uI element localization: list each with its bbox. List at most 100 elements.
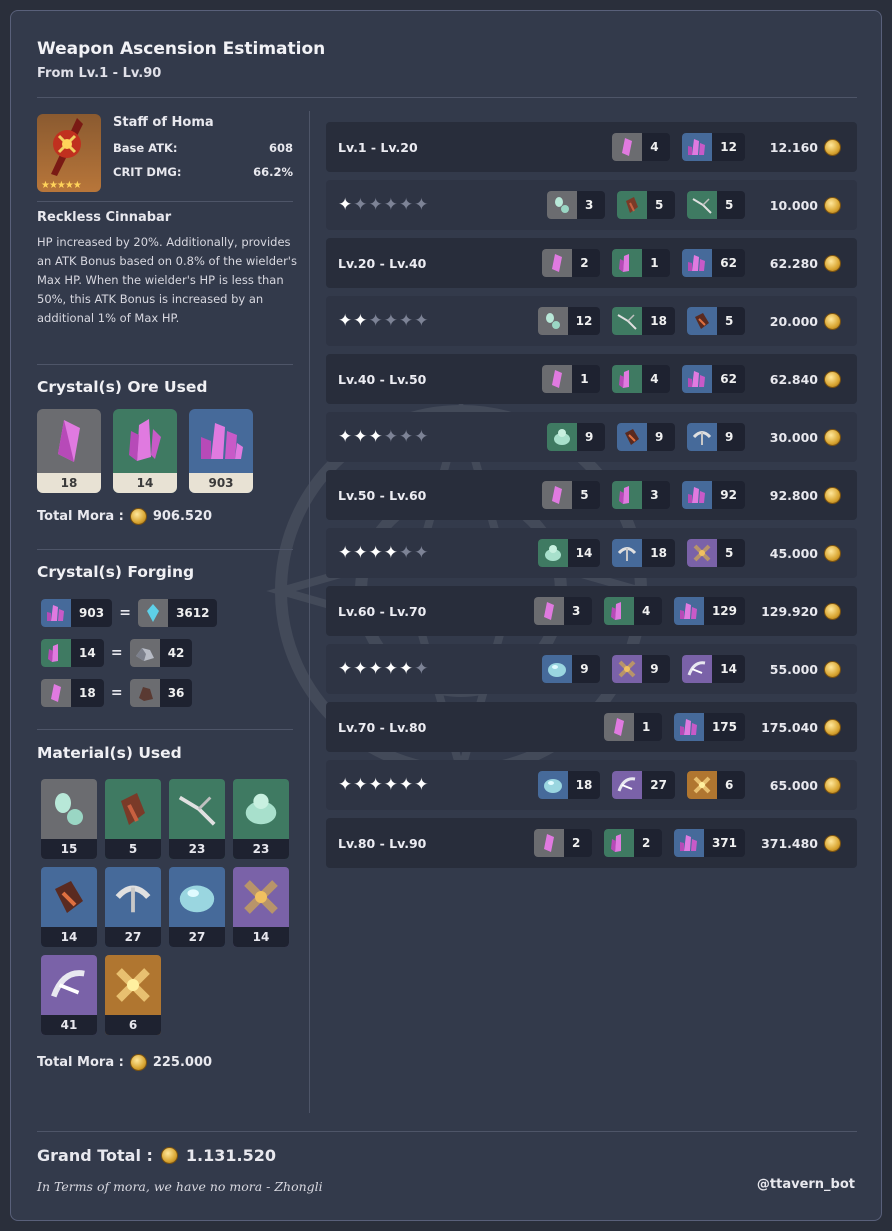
material-chip: 18 (612, 539, 675, 567)
mora-coin-icon (824, 776, 841, 794)
material-chip: 3 (533, 597, 592, 625)
forge-output-count: 3612 (176, 606, 210, 620)
material-chip: 5 (687, 191, 745, 219)
mighty-horn-icon (41, 955, 97, 1015)
chip-count: 2 (571, 836, 581, 850)
crystal-sliver-icon (542, 365, 573, 393)
slime-condensate-icon (41, 779, 97, 839)
mora-coin-icon (824, 486, 841, 504)
chip-count: 9 (580, 662, 589, 676)
material-chip: 9 (617, 423, 675, 451)
mora-value: 62.840 (769, 371, 818, 387)
crystal-sliver-icon (612, 133, 643, 161)
forging-section-title: Crystal(s) Forging (37, 563, 195, 581)
material-chip: 5 (617, 191, 675, 219)
material-chip: 371 (673, 829, 745, 857)
required-materials: 9 9 14 (542, 655, 745, 683)
crystal-fragment-icon (603, 597, 634, 625)
mora-coin-icon (824, 428, 841, 446)
ascension-star-row: ✦✦✦✦✦✦ 3 5 5 10.000 (326, 180, 857, 230)
material-chip: 3 (547, 191, 605, 219)
required-materials: 1 4 62 (542, 365, 745, 393)
row-mora: 129.920 (761, 602, 841, 620)
base-atk-row: Base ATK: 608 (113, 141, 293, 155)
crit-dmg-value: 66.2% (253, 165, 293, 179)
mora-coin-icon (824, 196, 841, 214)
slime-condensate-icon (537, 307, 568, 335)
crystal-fragment-icon (612, 365, 643, 393)
crit-dmg-row: CRIT DMG: 66.2% (113, 165, 293, 179)
ascension-stars: ✦✦✦✦✦✦ (338, 427, 430, 447)
material-chip: 18 (537, 771, 601, 799)
magical-crystal-chunk-icon (138, 599, 169, 627)
mora-coin-icon (160, 1147, 178, 1164)
level-range-label: Lv.1 - Lv.20 (338, 139, 418, 155)
row-mora: 20.000 (770, 312, 841, 330)
base-atk-value: 608 (268, 141, 293, 155)
material-item: 5 (105, 779, 161, 859)
slime-concentrate-icon (537, 771, 568, 799)
material-chip: 2 (603, 829, 662, 857)
mora-coin-icon (824, 660, 841, 678)
row-mora: 30.000 (770, 428, 841, 446)
material-chip: 9 (612, 655, 671, 683)
material-chip: 2 (533, 829, 592, 857)
mora-coin-icon (824, 312, 841, 330)
chip-count: 5 (725, 546, 734, 560)
required-materials: 9 9 9 (547, 423, 745, 451)
crystal-sliver-icon (533, 597, 564, 625)
material-count: 23 (233, 839, 289, 859)
material-item: 27 (105, 867, 161, 947)
crystal-fragment-icon (612, 481, 643, 509)
slime-secretions-icon (537, 539, 568, 567)
material-chip: 14 (682, 655, 745, 683)
mora-coin-icon (824, 370, 841, 388)
horn-fragment-icon (687, 191, 717, 219)
mora-value: 129.920 (761, 603, 818, 619)
ore-count: 14 (113, 473, 177, 493)
column-divider (309, 111, 310, 1113)
chip-count: 5 (580, 488, 589, 502)
required-materials: 3 5 5 (547, 191, 745, 219)
chip-count: 5 (655, 198, 664, 212)
footer-quote: In Terms of mora, we have no mora - Zhon… (37, 1179, 323, 1194)
ore-section-title: Crystal(s) Ore Used (37, 378, 208, 396)
material-count: 14 (41, 927, 97, 947)
ascension-level-row: Lv.20 - Lv.40 2 1 62 62.280 (326, 238, 857, 288)
required-materials: 5 3 92 (542, 481, 745, 509)
horn-icon (612, 539, 643, 567)
grand-total-label: Grand Total : (37, 1146, 153, 1165)
mora-value: 45.000 (769, 545, 818, 561)
crystal-fragment-icon (603, 829, 634, 857)
chip-count: 12 (575, 314, 593, 328)
chip-count: 3 (585, 198, 594, 212)
mora-value: 55.000 (769, 661, 818, 677)
crystal-sliver-icon (41, 679, 71, 707)
material-chip: 92 (682, 481, 745, 509)
ember-box-icon (617, 191, 647, 219)
golden-relic-icon (687, 771, 717, 799)
weapon-name: Staff of Homa (113, 115, 214, 130)
ascension-stars: ✦✦✦✦✦✦ (338, 659, 430, 679)
ascension-star-row: ✦✦✦✦✦✦ 9 9 9 30.000 (326, 412, 857, 462)
mora-coin-icon (824, 602, 841, 620)
mora-value: 12.160 (769, 139, 818, 155)
chip-count: 2 (641, 836, 651, 850)
level-range-label: Lv.80 - Lv.90 (338, 835, 427, 851)
row-mora: 10.000 (770, 196, 841, 214)
material-chip: 62 (682, 249, 745, 277)
material-chip: 4 (603, 597, 662, 625)
required-materials: 2 1 62 (542, 249, 745, 277)
ascension-level-row: Lv.40 - Lv.50 1 4 62 62.840 (326, 354, 857, 404)
level-range-label: Lv.50 - Lv.60 (338, 487, 427, 503)
material-chip: 27 (612, 771, 675, 799)
chip-count: 1 (641, 720, 651, 734)
mora-value: 175.040 (761, 719, 818, 735)
row-mora: 175.040 (761, 718, 841, 736)
chip-count: 1 (580, 372, 589, 386)
ore-item: 18 (37, 409, 101, 493)
required-materials: 1 175 (603, 713, 745, 741)
chip-count: 62 (720, 256, 737, 270)
crystal-chunk-icon (673, 597, 704, 625)
chip-count: 18 (575, 778, 593, 792)
